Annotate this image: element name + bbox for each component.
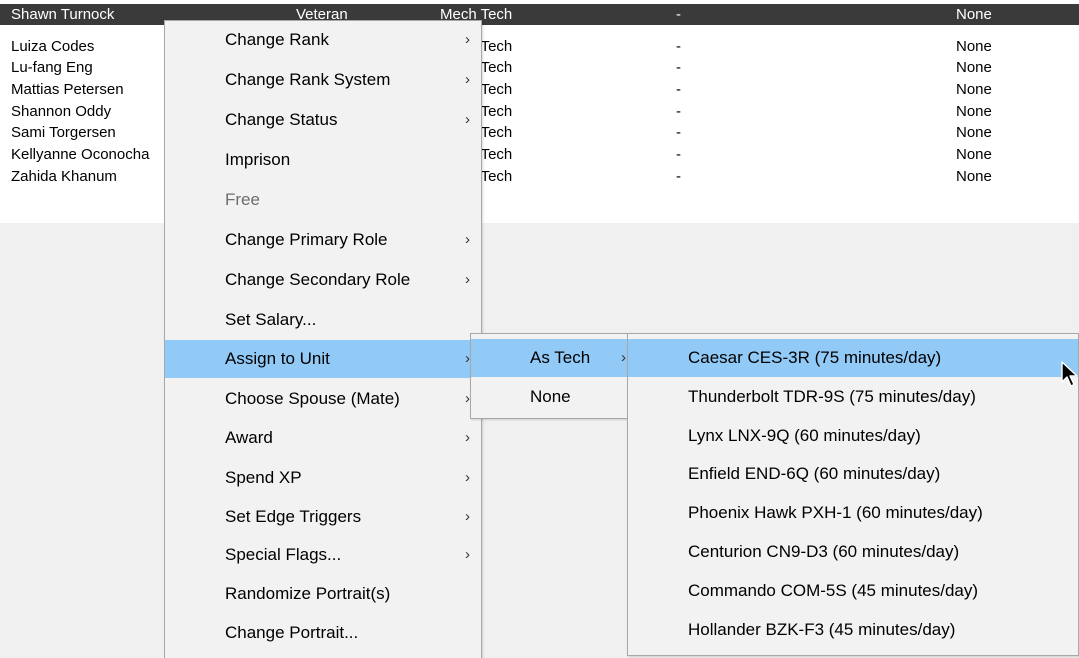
menu-item-label: Change Status: [225, 110, 338, 129]
context-menu: Change Rank › Change Rank System › Chang…: [164, 20, 482, 658]
person-name: Luiza Codes: [11, 38, 95, 55]
person-info: -: [676, 81, 681, 98]
person-name: Sami Torgersen: [11, 124, 116, 141]
person-info: -: [676, 59, 681, 76]
unit-option[interactable]: Commando COM-5S (45 minutes/day): [628, 572, 1078, 610]
unit-option[interactable]: Caesar CES-3R (75 minutes/day): [628, 339, 1078, 377]
menu-item-label: Set Edge Triggers: [225, 507, 362, 526]
menu-item-spend-xp[interactable]: Spend XP ›: [165, 459, 481, 497]
person-info: -: [676, 146, 681, 163]
menu-item-change-primary-role[interactable]: Change Primary Role ›: [165, 221, 481, 259]
table-row[interactable]: Zahida Khanum Mech Tech - None: [0, 166, 1079, 187]
person-info: -: [676, 168, 681, 185]
menu-item-free: Free: [165, 181, 481, 219]
menu-item-label: Spend XP: [225, 468, 302, 487]
chevron-right-icon: ›: [465, 231, 470, 248]
menu-item-award[interactable]: Award ›: [165, 419, 481, 457]
table-row[interactable]: Luiza Codes Mech Tech - None: [0, 36, 1079, 57]
menu-item-label: Change Portrait...: [225, 623, 359, 642]
chevron-right-icon: ›: [465, 469, 470, 486]
table-row[interactable]: Sami Torgersen Mech Tech - None: [0, 122, 1079, 143]
person-info: -: [676, 6, 681, 23]
table-row[interactable]: Kellyanne Oconocha Mech Tech - None: [0, 144, 1079, 165]
menu-item-change-status[interactable]: Change Status ›: [165, 101, 481, 139]
chevron-right-icon: ›: [465, 429, 470, 446]
menu-item-label: Change Rank System: [225, 70, 391, 89]
unit-option[interactable]: Phoenix Hawk PXH-1 (60 minutes/day): [628, 494, 1078, 532]
menu-item-label: Free: [225, 190, 260, 209]
unit-option-label: Commando COM-5S (45 minutes/day): [688, 581, 979, 600]
menu-item-label: Imprison: [225, 150, 291, 169]
menu-item-label: Randomize Portrait(s): [225, 584, 391, 603]
menu-item-label: Change Primary Role: [225, 230, 388, 249]
personnel-table: Shawn Turnock Veteran Mech Tech - None L…: [0, 0, 1079, 223]
unit-option[interactable]: Centurion CN9-D3 (60 minutes/day): [628, 533, 1078, 571]
menu-item-special-flags[interactable]: Special Flags... ›: [165, 536, 481, 574]
table-row[interactable]: Lu-fang Eng Mech Tech - None: [0, 57, 1079, 78]
chevron-right-icon: ›: [465, 271, 470, 288]
menu-item-change-portrait[interactable]: Change Portrait...: [165, 614, 481, 652]
person-name: Kellyanne Oconocha: [11, 146, 150, 163]
person-info: -: [676, 38, 681, 55]
person-unit: None: [956, 124, 992, 141]
chevron-right-icon: ›: [465, 71, 470, 88]
unit-option-label: Hollander BZK-F3 (45 minutes/day): [688, 620, 956, 639]
menu-item-label: Special Flags...: [225, 545, 342, 564]
table-row[interactable]: Shawn Turnock Veteran Mech Tech - None: [0, 4, 1079, 25]
unit-option[interactable]: Enfield END-6Q (60 minutes/day): [628, 455, 1078, 493]
person-unit: None: [956, 81, 992, 98]
chevron-right-icon: ›: [465, 508, 470, 525]
assign-unit-submenu: As Tech › None: [470, 333, 632, 419]
menu-item-imprison[interactable]: Imprison: [165, 141, 481, 179]
table-row[interactable]: Shannon Oddy Mech Tech - None: [0, 101, 1079, 122]
person-name: Mattias Petersen: [11, 81, 124, 98]
submenu-item-none[interactable]: None: [471, 378, 631, 416]
menu-item-set-edge-triggers[interactable]: Set Edge Triggers ›: [165, 498, 481, 536]
unit-option[interactable]: Lynx LNX-9Q (60 minutes/day): [628, 417, 1078, 455]
menu-item-label: Choose Spouse (Mate): [225, 389, 400, 408]
menu-item-set-salary[interactable]: Set Salary...: [165, 301, 481, 339]
unit-option-label: Caesar CES-3R (75 minutes/day): [688, 348, 942, 367]
menu-item-change-secondary-role[interactable]: Change Secondary Role ›: [165, 261, 481, 299]
menu-item-change-rank-system[interactable]: Change Rank System ›: [165, 61, 481, 99]
person-name: Lu-fang Eng: [11, 59, 93, 76]
person-unit: None: [956, 59, 992, 76]
person-info: -: [676, 103, 681, 120]
unit-option-label: Phoenix Hawk PXH-1 (60 minutes/day): [688, 503, 983, 522]
person-name: Zahida Khanum: [11, 168, 117, 185]
chevron-right-icon: ›: [621, 349, 626, 366]
table-row[interactable]: Mattias Petersen Mech Tech - None: [0, 79, 1079, 100]
chevron-right-icon: ›: [465, 111, 470, 128]
mouse-pointer-icon: [1061, 361, 1078, 387]
unit-option[interactable]: Hollander BZK-F3 (45 minutes/day): [628, 611, 1078, 649]
menu-item-label: Change Rank: [225, 30, 329, 49]
person-name: Shannon Oddy: [11, 103, 112, 120]
unit-list-submenu: Caesar CES-3R (75 minutes/day) Thunderbo…: [627, 333, 1079, 656]
menu-item-assign-to-unit[interactable]: Assign to Unit ›: [165, 340, 481, 378]
submenu-item-as-tech[interactable]: As Tech ›: [471, 339, 631, 377]
person-name: Shawn Turnock: [11, 6, 115, 23]
person-unit: None: [956, 103, 992, 120]
menu-item-label: Set Salary...: [225, 310, 317, 329]
person-unit: None: [956, 146, 992, 163]
chevron-right-icon: ›: [465, 546, 470, 563]
unit-option[interactable]: Thunderbolt TDR-9S (75 minutes/day): [628, 378, 1078, 416]
menu-item-label: Award: [225, 428, 273, 447]
menu-item-choose-spouse[interactable]: Choose Spouse (Mate) ›: [165, 380, 481, 418]
unit-option-label: Centurion CN9-D3 (60 minutes/day): [688, 542, 960, 561]
menu-item-randomize-portraits[interactable]: Randomize Portrait(s): [165, 575, 481, 613]
unit-option-label: Enfield END-6Q (60 minutes/day): [688, 464, 941, 483]
person-info: -: [676, 124, 681, 141]
person-unit: None: [956, 6, 992, 23]
menu-item-change-rank[interactable]: Change Rank ›: [165, 21, 481, 59]
person-unit: None: [956, 168, 992, 185]
menu-item-label: None: [530, 387, 571, 406]
menu-item-label: Change Secondary Role: [225, 270, 411, 289]
menu-item-label: As Tech: [530, 348, 591, 367]
unit-option-label: Lynx LNX-9Q (60 minutes/day): [688, 426, 921, 445]
unit-option-label: Thunderbolt TDR-9S (75 minutes/day): [688, 387, 976, 406]
menu-item-label: Assign to Unit: [225, 349, 330, 368]
chevron-right-icon: ›: [465, 31, 470, 48]
person-unit: None: [956, 38, 992, 55]
